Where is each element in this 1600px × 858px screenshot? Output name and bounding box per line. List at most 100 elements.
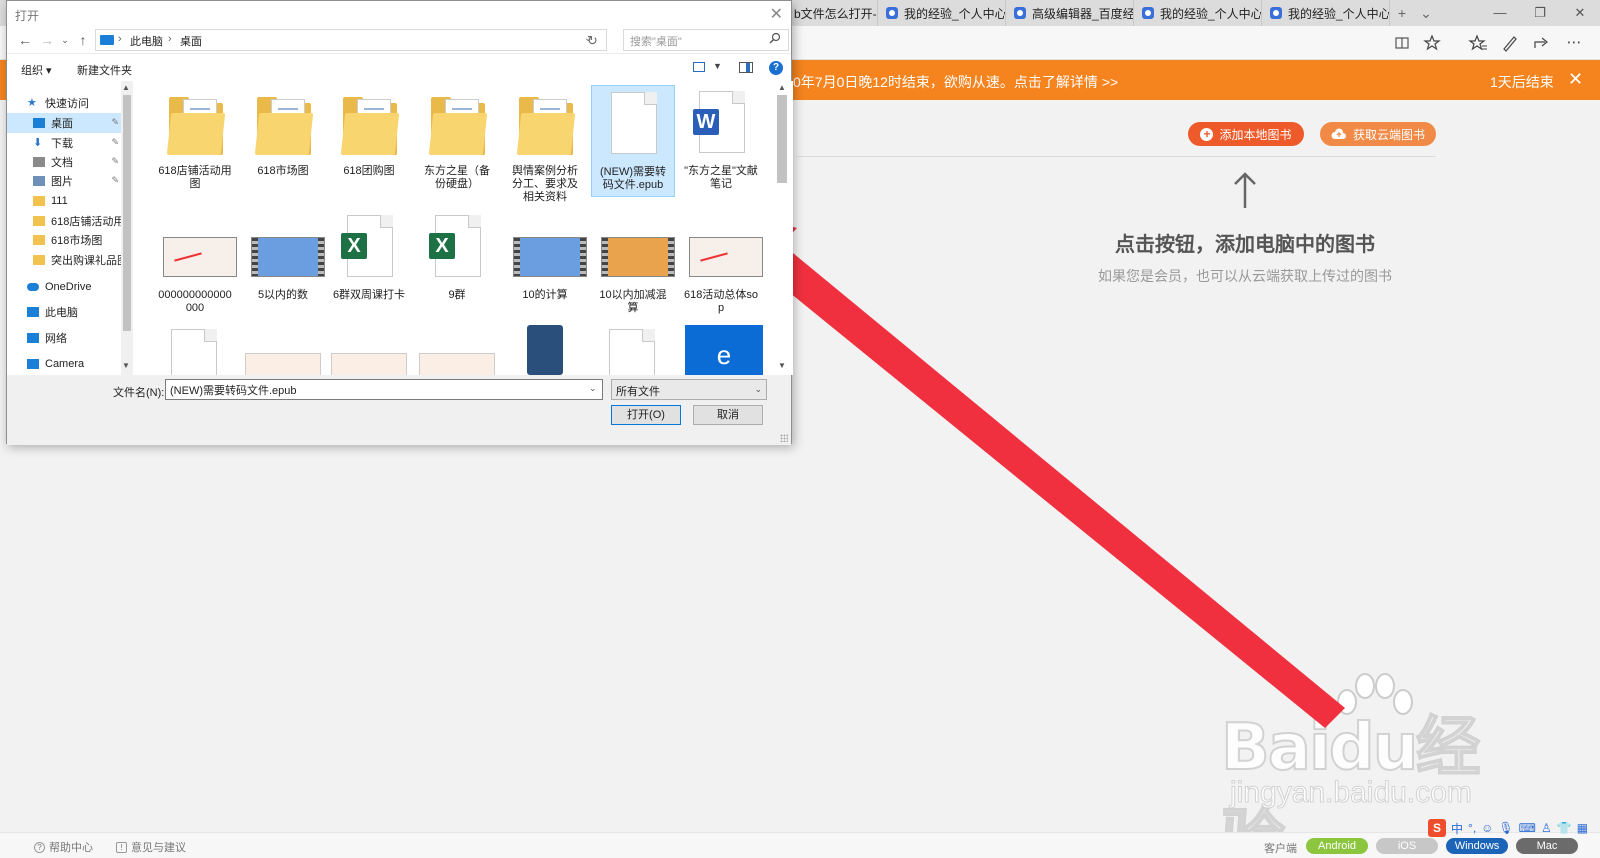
more-menu-button[interactable]: ⋯ [1564, 33, 1584, 53]
favorite-star-icon[interactable] [1422, 33, 1442, 53]
up-folder-icon[interactable]: ↑ [75, 31, 91, 49]
ios-download-button[interactable]: iOS [1376, 838, 1438, 854]
android-download-button[interactable]: Android [1306, 838, 1368, 854]
file-item[interactable]: X 6群双周课打卡 [327, 209, 411, 306]
file-item[interactable] [513, 325, 577, 375]
scroll-up-icon[interactable]: ▲ [122, 83, 130, 92]
nav-item[interactable]: 网络 [7, 328, 121, 348]
browser-tab[interactable]: 我的经验_个人中心 [1262, 0, 1390, 26]
search-icon[interactable] [769, 32, 781, 44]
punctuation-icon[interactable]: °, [1468, 821, 1476, 835]
scrollbar-thumb[interactable] [777, 95, 787, 183]
minimize-button[interactable]: — [1482, 0, 1518, 26]
feedback-link[interactable]: ! 意见与建议 [116, 839, 186, 855]
help-center-link[interactable]: ? 帮助中心 [34, 839, 93, 855]
chevron-down-icon[interactable]: ▼ [713, 61, 722, 71]
file-item[interactable]: 10的计算 [503, 209, 587, 306]
dialog-close-icon[interactable]: ✕ [770, 4, 783, 24]
nav-item[interactable]: ★ 快速访问 [7, 93, 121, 113]
tab-list-button[interactable]: ⌄ [1416, 0, 1436, 26]
microphone-icon[interactable]: 🎙 [1498, 821, 1513, 835]
cancel-button[interactable]: 取消 [693, 405, 763, 425]
emoji-icon[interactable]: ☺ [1481, 821, 1493, 835]
pin-icon[interactable]: ✎ [111, 175, 119, 186]
pin-icon[interactable]: ✎ [111, 156, 119, 167]
refresh-icon[interactable]: ↻ [587, 33, 598, 49]
skin-icon[interactable]: 👕 [1557, 821, 1572, 835]
file-item[interactable] [601, 325, 665, 375]
browser-tab[interactable]: 我的经验_个人中心 [1134, 0, 1262, 26]
favorites-hub-icon[interactable] [1468, 33, 1488, 53]
breadcrumb-desktop[interactable]: 桌面 [180, 33, 202, 49]
nav-item[interactable]: 桌面 ✎ [7, 113, 121, 133]
nav-item[interactable]: 618市场图 [7, 230, 121, 250]
resize-grip[interactable] [780, 434, 788, 442]
browser-tab[interactable]: 高级编辑器_百度经 [1006, 0, 1134, 26]
keyboard-icon[interactable]: ⌨ [1519, 821, 1536, 835]
nav-item[interactable]: 此电脑 [7, 302, 121, 322]
forward-arrow-icon[interactable]: → [39, 31, 55, 49]
breadcrumb-this-pc[interactable]: 此电脑 [130, 33, 163, 49]
nav-item[interactable]: 图片 ✎ [7, 171, 121, 191]
file-item[interactable]: 000000000000000 [153, 209, 237, 319]
nav-item[interactable]: 文档 ✎ [7, 152, 121, 172]
scroll-up-icon[interactable]: ▲ [778, 83, 786, 92]
file-item[interactable]: W "东方之星"文献笔记 [679, 85, 763, 195]
filename-input[interactable] [165, 379, 603, 400]
file-item[interactable]: e [685, 325, 763, 375]
mac-download-button[interactable]: Mac [1516, 838, 1578, 854]
file-type-select[interactable]: 所有文件 ⌄ [611, 379, 767, 400]
dialog-titlebar[interactable]: 打开 ✕ [7, 1, 791, 27]
reading-view-icon[interactable] [1392, 33, 1412, 53]
file-item[interactable]: 舆情案例分析分工、要求及相关资料 [503, 85, 587, 208]
nav-item[interactable]: 突出购课礼品图 [7, 250, 121, 270]
get-cloud-book-button[interactable]: 获取云端图书 [1320, 122, 1436, 146]
new-folder-button[interactable]: 新建文件夹 [77, 62, 132, 78]
window-close-button[interactable]: ✕ [1562, 0, 1598, 26]
nav-item[interactable]: 111 [7, 191, 121, 211]
recent-locations-icon[interactable]: ⌄ [57, 31, 73, 49]
user-icon[interactable]: ♙ [1541, 821, 1552, 835]
back-arrow-icon[interactable]: ← [17, 31, 33, 49]
file-item[interactable]: 10以内加减混算 [591, 209, 675, 319]
new-tab-button[interactable]: + [1392, 0, 1412, 26]
change-view-icon[interactable] [693, 62, 705, 72]
nav-item[interactable]: 618店铺活动用图 [7, 211, 121, 231]
nav-item[interactable]: Camera [7, 354, 121, 374]
file-item[interactable]: X 9群 [415, 209, 499, 306]
organize-button[interactable]: 组织 ▾ [21, 62, 52, 78]
address-path-box[interactable]: › 此电脑 › 桌面 ⌄ [95, 29, 607, 51]
ime-language[interactable]: 中 [1451, 820, 1463, 837]
file-item[interactable] [331, 325, 407, 375]
file-item[interactable]: 618市场图 [241, 85, 325, 182]
nav-item[interactable]: OneDrive [7, 277, 121, 297]
file-item[interactable]: 东方之星（备份硬盘） [415, 85, 499, 195]
restore-button[interactable]: ❐ [1522, 0, 1558, 26]
browser-tab[interactable]: b文件怎么打开- [786, 0, 878, 26]
grid-icon[interactable]: ▦ [1577, 821, 1588, 835]
windows-download-button[interactable]: Windows [1446, 838, 1508, 854]
add-local-book-button[interactable]: + 添加本地图书 [1188, 122, 1304, 146]
pin-icon[interactable]: ✎ [111, 117, 119, 128]
share-icon[interactable] [1532, 33, 1552, 53]
pen-icon[interactable] [1500, 33, 1520, 53]
help-icon[interactable]: ? [769, 61, 783, 75]
browser-tab[interactable]: 我的经验_个人中心 [878, 0, 1006, 26]
file-item[interactable]: 618店铺活动用图 [153, 85, 237, 195]
promo-text[interactable]: 0年7月0日晚12时结束，欲购从速。点击了解详情 >> [793, 72, 1118, 92]
scrollbar-thumb[interactable] [123, 95, 131, 331]
file-item[interactable]: 5以内的数 [241, 209, 325, 306]
chevron-down-icon[interactable]: ⌄ [589, 383, 597, 394]
nav-scrollbar[interactable]: ▲ ▼ [121, 81, 133, 375]
file-item[interactable]: (NEW)需要转码文件.epub [591, 85, 675, 197]
nav-item[interactable]: ⬇ 下载 ✎ [7, 133, 121, 153]
file-item[interactable] [245, 325, 321, 375]
open-button[interactable]: 打开(O) [611, 405, 681, 425]
sogou-ime-icon[interactable]: S [1428, 819, 1446, 837]
preview-pane-icon[interactable] [739, 62, 753, 73]
file-item[interactable] [163, 325, 227, 375]
file-item[interactable] [419, 325, 495, 375]
pin-icon[interactable]: ✎ [111, 137, 119, 148]
file-item[interactable]: 618活动总体sop [679, 209, 763, 319]
scroll-down-icon[interactable]: ▼ [778, 361, 786, 370]
